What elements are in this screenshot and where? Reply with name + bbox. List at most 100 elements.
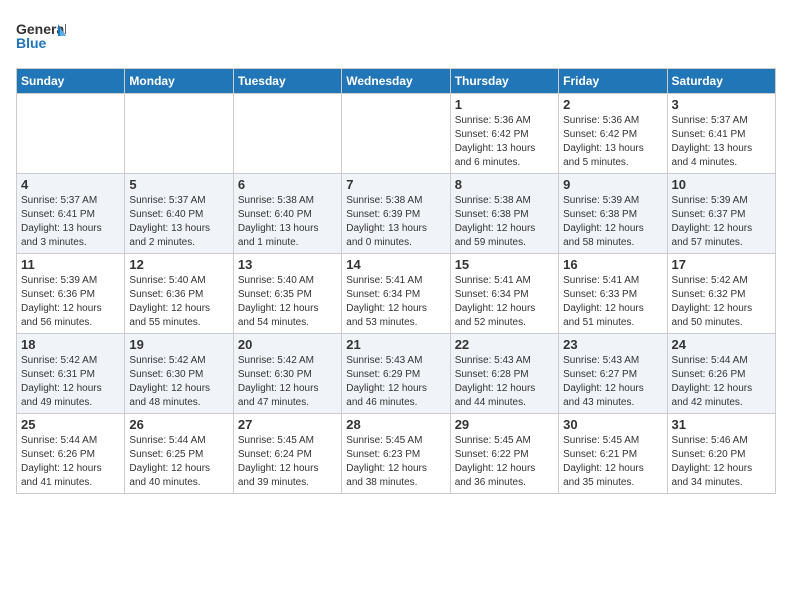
calendar-cell xyxy=(233,94,341,174)
day-number: 10 xyxy=(672,177,771,192)
day-number: 29 xyxy=(455,417,554,432)
day-number: 19 xyxy=(129,337,228,352)
day-number: 26 xyxy=(129,417,228,432)
logo-icon: General Blue xyxy=(16,16,66,56)
day-number: 24 xyxy=(672,337,771,352)
day-number: 13 xyxy=(238,257,337,272)
calendar-cell: 4 Sunrise: 5:37 AM Sunset: 6:41 PM Daylig… xyxy=(17,174,125,254)
day-info: Sunrise: 5:44 AM Sunset: 6:26 PM Dayligh… xyxy=(672,354,771,410)
svg-text:Blue: Blue xyxy=(16,35,47,51)
calendar-cell: 12 Sunrise: 5:40 AM Sunset: 6:36 PM Dayli… xyxy=(125,254,233,334)
day-info: Sunrise: 5:44 AM Sunset: 6:25 PM Dayligh… xyxy=(129,434,228,490)
day-number: 17 xyxy=(672,257,771,272)
day-number: 20 xyxy=(238,337,337,352)
day-info: Sunrise: 5:37 AM Sunset: 6:40 PM Dayligh… xyxy=(129,194,228,250)
calendar-cell: 14 Sunrise: 5:41 AM Sunset: 6:34 PM Dayli… xyxy=(342,254,450,334)
calendar-table: SundayMondayTuesdayWednesdayThursdayFrid… xyxy=(16,68,776,494)
calendar-cell: 17Sunrise: 5:42 AM Sunset: 6:32 PM Dayli… xyxy=(667,254,775,334)
day-info: Sunrise: 5:39 AM Sunset: 6:37 PM Dayligh… xyxy=(672,194,771,250)
calendar-cell: 1 Sunrise: 5:36 AM Sunset: 6:42 PM Daylig… xyxy=(450,94,558,174)
weekday-header-monday: Monday xyxy=(125,69,233,94)
day-info: Sunrise: 5:39 AM Sunset: 6:36 PM Dayligh… xyxy=(21,274,120,330)
calendar-cell: 16 Sunrise: 5:41 AM Sunset: 6:33 PM Dayli… xyxy=(559,254,667,334)
calendar-cell: 23 Sunrise: 5:43 AM Sunset: 6:27 PM Dayli… xyxy=(559,334,667,414)
day-number: 25 xyxy=(21,417,120,432)
weekday-header-sunday: Sunday xyxy=(17,69,125,94)
weekday-header-thursday: Thursday xyxy=(450,69,558,94)
day-number: 7 xyxy=(346,177,445,192)
day-info: Sunrise: 5:38 AM Sunset: 6:40 PM Dayligh… xyxy=(238,194,337,250)
day-number: 14 xyxy=(346,257,445,272)
calendar-cell: 28 Sunrise: 5:45 AM Sunset: 6:23 PM Dayli… xyxy=(342,414,450,494)
calendar-cell: 21 Sunrise: 5:43 AM Sunset: 6:29 PM Dayli… xyxy=(342,334,450,414)
day-number: 4 xyxy=(21,177,120,192)
calendar-cell: 5Sunrise: 5:37 AM Sunset: 6:40 PM Daylig… xyxy=(125,174,233,254)
day-info: Sunrise: 5:45 AM Sunset: 6:23 PM Dayligh… xyxy=(346,434,445,490)
calendar-cell: 31 Sunrise: 5:46 AM Sunset: 6:20 PM Dayli… xyxy=(667,414,775,494)
day-info: Sunrise: 5:41 AM Sunset: 6:34 PM Dayligh… xyxy=(346,274,445,330)
calendar-cell: 3 Sunrise: 5:37 AM Sunset: 6:41 PM Daylig… xyxy=(667,94,775,174)
day-number: 30 xyxy=(563,417,662,432)
day-number: 28 xyxy=(346,417,445,432)
day-number: 1 xyxy=(455,97,554,112)
day-info: Sunrise: 5:43 AM Sunset: 6:29 PM Dayligh… xyxy=(346,354,445,410)
calendar-cell: 29 Sunrise: 5:45 AM Sunset: 6:22 PM Dayli… xyxy=(450,414,558,494)
calendar-cell: 22 Sunrise: 5:43 AM Sunset: 6:28 PM Dayli… xyxy=(450,334,558,414)
day-info: Sunrise: 5:37 AM Sunset: 6:41 PM Dayligh… xyxy=(672,114,771,170)
day-info: Sunrise: 5:38 AM Sunset: 6:39 PM Dayligh… xyxy=(346,194,445,250)
weekday-header-tuesday: Tuesday xyxy=(233,69,341,94)
day-info: Sunrise: 5:41 AM Sunset: 6:33 PM Dayligh… xyxy=(563,274,662,330)
day-number: 16 xyxy=(563,257,662,272)
day-info: Sunrise: 5:37 AM Sunset: 6:41 PM Dayligh… xyxy=(21,194,120,250)
calendar-cell: 19 Sunrise: 5:42 AM Sunset: 6:30 PM Dayli… xyxy=(125,334,233,414)
calendar-cell: 9 Sunrise: 5:39 AM Sunset: 6:38 PM Daylig… xyxy=(559,174,667,254)
day-info: Sunrise: 5:41 AM Sunset: 6:34 PM Dayligh… xyxy=(455,274,554,330)
day-info: Sunrise: 5:40 AM Sunset: 6:35 PM Dayligh… xyxy=(238,274,337,330)
day-info: Sunrise: 5:45 AM Sunset: 6:24 PM Dayligh… xyxy=(238,434,337,490)
day-number: 22 xyxy=(455,337,554,352)
calendar-cell: 13 Sunrise: 5:40 AM Sunset: 6:35 PM Dayli… xyxy=(233,254,341,334)
calendar-cell: 26 Sunrise: 5:44 AM Sunset: 6:25 PM Dayli… xyxy=(125,414,233,494)
page-header: General Blue xyxy=(16,16,776,56)
calendar-cell: 6 Sunrise: 5:38 AM Sunset: 6:40 PM Daylig… xyxy=(233,174,341,254)
calendar-cell: 8 Sunrise: 5:38 AM Sunset: 6:38 PM Daylig… xyxy=(450,174,558,254)
calendar-cell: 24 Sunrise: 5:44 AM Sunset: 6:26 PM Dayli… xyxy=(667,334,775,414)
day-info: Sunrise: 5:43 AM Sunset: 6:27 PM Dayligh… xyxy=(563,354,662,410)
day-info: Sunrise: 5:39 AM Sunset: 6:38 PM Dayligh… xyxy=(563,194,662,250)
day-number: 6 xyxy=(238,177,337,192)
day-number: 31 xyxy=(672,417,771,432)
calendar-cell: 11Sunrise: 5:39 AM Sunset: 6:36 PM Dayli… xyxy=(17,254,125,334)
day-number: 8 xyxy=(455,177,554,192)
day-info: Sunrise: 5:46 AM Sunset: 6:20 PM Dayligh… xyxy=(672,434,771,490)
day-info: Sunrise: 5:36 AM Sunset: 6:42 PM Dayligh… xyxy=(455,114,554,170)
day-number: 9 xyxy=(563,177,662,192)
calendar-cell: 2 Sunrise: 5:36 AM Sunset: 6:42 PM Daylig… xyxy=(559,94,667,174)
day-info: Sunrise: 5:40 AM Sunset: 6:36 PM Dayligh… xyxy=(129,274,228,330)
day-info: Sunrise: 5:45 AM Sunset: 6:21 PM Dayligh… xyxy=(563,434,662,490)
day-number: 12 xyxy=(129,257,228,272)
day-number: 2 xyxy=(563,97,662,112)
day-info: Sunrise: 5:42 AM Sunset: 6:30 PM Dayligh… xyxy=(129,354,228,410)
day-info: Sunrise: 5:42 AM Sunset: 6:31 PM Dayligh… xyxy=(21,354,120,410)
logo: General Blue xyxy=(16,16,66,56)
day-info: Sunrise: 5:38 AM Sunset: 6:38 PM Dayligh… xyxy=(455,194,554,250)
calendar-cell: 27 Sunrise: 5:45 AM Sunset: 6:24 PM Dayli… xyxy=(233,414,341,494)
day-number: 15 xyxy=(455,257,554,272)
day-info: Sunrise: 5:42 AM Sunset: 6:30 PM Dayligh… xyxy=(238,354,337,410)
calendar-cell: 20 Sunrise: 5:42 AM Sunset: 6:30 PM Dayli… xyxy=(233,334,341,414)
calendar-cell xyxy=(17,94,125,174)
day-info: Sunrise: 5:45 AM Sunset: 6:22 PM Dayligh… xyxy=(455,434,554,490)
day-number: 23 xyxy=(563,337,662,352)
day-number: 27 xyxy=(238,417,337,432)
day-info: Sunrise: 5:36 AM Sunset: 6:42 PM Dayligh… xyxy=(563,114,662,170)
day-number: 3 xyxy=(672,97,771,112)
calendar-cell: 18 Sunrise: 5:42 AM Sunset: 6:31 PM Dayli… xyxy=(17,334,125,414)
calendar-cell xyxy=(342,94,450,174)
day-number: 18 xyxy=(21,337,120,352)
weekday-header-friday: Friday xyxy=(559,69,667,94)
calendar-cell: 7 Sunrise: 5:38 AM Sunset: 6:39 PM Daylig… xyxy=(342,174,450,254)
day-number: 21 xyxy=(346,337,445,352)
calendar-cell: 15 Sunrise: 5:41 AM Sunset: 6:34 PM Dayli… xyxy=(450,254,558,334)
calendar-cell: 25Sunrise: 5:44 AM Sunset: 6:26 PM Dayli… xyxy=(17,414,125,494)
day-info: Sunrise: 5:43 AM Sunset: 6:28 PM Dayligh… xyxy=(455,354,554,410)
